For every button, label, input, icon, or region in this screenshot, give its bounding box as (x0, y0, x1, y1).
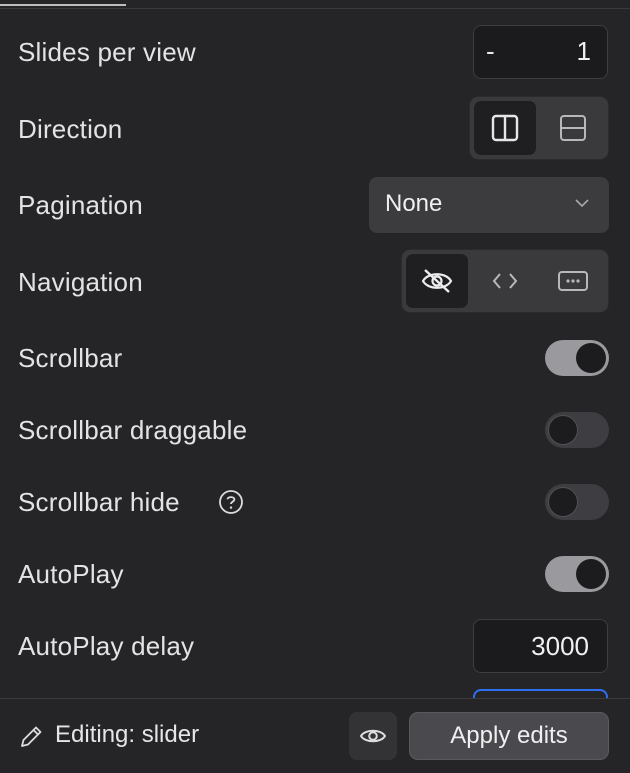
slides-per-view-label: Slides per view (18, 37, 196, 67)
scrollbar-draggable-toggle[interactable] (545, 412, 609, 448)
toggle-knob (548, 415, 578, 445)
navigation-arrows-option[interactable] (474, 254, 536, 308)
scrollbar-hide-toggle[interactable] (545, 484, 609, 520)
slides-per-view-stepper[interactable]: - 1 (473, 25, 608, 79)
preview-button[interactable] (349, 712, 397, 760)
autoplay-toggle[interactable] (545, 556, 609, 592)
columns-icon (491, 114, 519, 142)
autoplay-delay-label: AutoPlay delay (18, 631, 195, 661)
active-tab-indicator (0, 4, 126, 6)
autoplay-delay-value[interactable]: 3000 (531, 631, 589, 662)
code-arrows-icon (492, 273, 518, 289)
direction-horizontal-option[interactable] (474, 101, 536, 155)
direction-segmented-control (469, 96, 609, 160)
eye-icon (359, 729, 387, 743)
autoplay-label: AutoPlay (18, 559, 124, 589)
toggle-knob (548, 487, 578, 517)
editing-status-text: Editing: slider (55, 721, 200, 748)
pagination-select-value: None (385, 190, 443, 217)
eye-off-icon (421, 269, 453, 293)
navigation-none-option[interactable] (406, 254, 468, 308)
autoplay-delay-input[interactable]: 3000 (473, 619, 608, 673)
scrollbar-hide-label: Scrollbar hide (18, 487, 180, 517)
decrement-button[interactable]: - (486, 36, 495, 67)
scrollbar-draggable-label: Scrollbar draggable (18, 415, 248, 445)
slides-per-view-value[interactable]: 1 (577, 36, 591, 67)
dots-box-icon (558, 271, 588, 291)
toggle-knob (576, 559, 606, 589)
navigation-label: Navigation (18, 267, 143, 297)
tab-bar (0, 0, 630, 9)
pencil-icon (21, 726, 42, 747)
pagination-label: Pagination (18, 190, 143, 220)
chevron-down-icon (575, 199, 589, 208)
toggle-knob (576, 343, 606, 373)
navigation-dots-option[interactable] (542, 254, 604, 308)
direction-label: Direction (18, 114, 123, 144)
help-circle-icon[interactable] (218, 489, 244, 515)
navigation-segmented-control (401, 249, 609, 313)
scrollbar-label: Scrollbar (18, 343, 123, 373)
apply-edits-button[interactable]: Apply edits (409, 712, 609, 760)
direction-vertical-option[interactable] (542, 101, 604, 155)
pagination-select[interactable]: None (369, 177, 609, 233)
editing-footer: Editing: slider Apply edits (0, 698, 630, 773)
scrollbar-toggle[interactable] (545, 340, 609, 376)
rows-icon (560, 115, 586, 141)
